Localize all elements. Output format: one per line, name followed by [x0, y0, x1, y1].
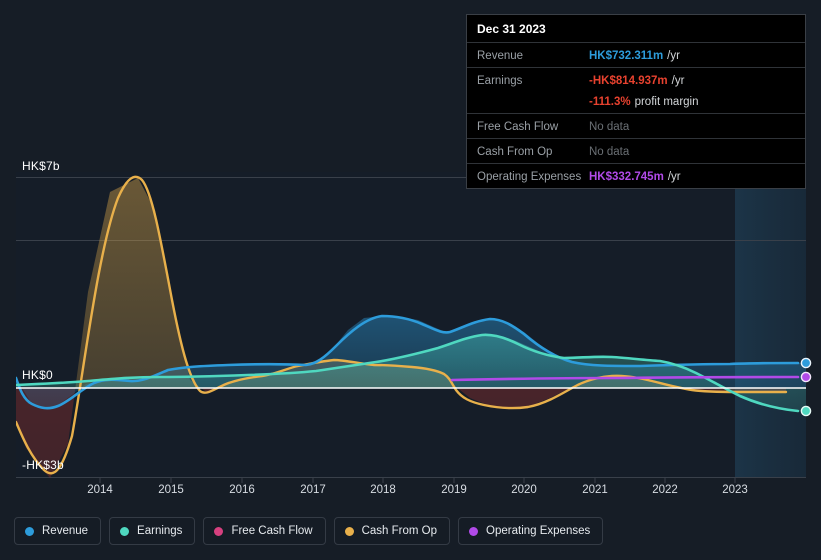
tooltip-row-key: Free Cash Flow: [477, 121, 559, 133]
legend-color-dot-icon: [120, 526, 130, 536]
tooltip-row-value: -HK$814.937m: [589, 75, 668, 87]
tooltip-row-value-wrap: -111.3% profit margin: [589, 92, 699, 110]
y-axis-label-top: HK$7b: [22, 159, 60, 173]
tooltip-row-revenue: Revenue HK$732.311m/yr: [467, 42, 805, 67]
tooltip-row-free-cash-flow: Free Cash Flow No data: [467, 113, 805, 138]
tooltip-row-value: No data: [589, 121, 630, 133]
tooltip-row-key: Cash From Op: [477, 146, 553, 158]
x-axis-label-2020: 2020: [511, 484, 537, 496]
tooltip-row-value: HK$332.745m: [589, 171, 664, 183]
x-axis-label-2017: 2017: [300, 484, 326, 496]
tooltip-row-value: -111.3%: [589, 96, 631, 108]
legend-item-label: Earnings: [137, 525, 183, 537]
endpoint-revenue[interactable]: [800, 357, 812, 369]
legend-item-revenue[interactable]: Revenue: [14, 517, 102, 545]
tooltip-row-value-wrap: HK$732.311m/yr: [589, 46, 680, 64]
tooltip-row-key: Operating Expenses: [477, 171, 582, 183]
legend-item-cash-from-op[interactable]: Cash From Op: [333, 517, 451, 545]
legend-item-operating-expenses[interactable]: Operating Expenses: [458, 517, 604, 545]
financial-chart: HK$7b HK$0 -HK$3b 2014 2015 2016 2017 2018 20…: [0, 0, 821, 560]
tooltip-row-value-wrap: HK$332.745m/yr: [589, 167, 681, 185]
tooltip-row-earnings: Earnings -HK$814.937m/yr: [467, 67, 805, 92]
data-tooltip: Dec 31 2023 Revenue HK$732.311m/yr Earning…: [466, 14, 806, 189]
x-axis-label-2019: 2019: [441, 484, 467, 496]
legend-item-label: Free Cash Flow: [231, 525, 313, 537]
tooltip-row-key: Earnings: [477, 75, 523, 87]
legend-color-dot-icon: [25, 526, 34, 536]
tooltip-rows: Revenue HK$732.311m/yr Earnings -HK$814.937…: [467, 42, 805, 188]
tooltip-row-suffix: /yr: [671, 75, 685, 87]
tooltip-row-value: HK$732.311m: [589, 50, 664, 62]
y-axis-label-zero: HK$0: [22, 368, 53, 382]
legend-color-dot-icon: [214, 526, 224, 536]
legend-color-dot-icon: [344, 526, 354, 536]
tooltip-row-suffix: profit margin: [634, 96, 699, 108]
tooltip-row-value-wrap: -HK$814.937m/yr: [589, 71, 684, 89]
x-axis-label-2016: 2016: [229, 484, 255, 496]
legend-item-label: Cash From Op: [361, 525, 438, 537]
legend-item-label: Revenue: [42, 525, 89, 537]
tooltip-row-value: No data: [589, 146, 630, 158]
tooltip-title: Dec 31 2023: [477, 22, 546, 36]
tooltip-row-operating-expenses: Operating Expenses HK$332.745m/yr: [467, 163, 805, 188]
tooltip-row-value-wrap: No data: [589, 117, 629, 135]
y-axis-label-bottom: -HK$3b: [22, 458, 64, 472]
x-axis-label-2023: 2023: [722, 484, 748, 496]
endpoint-earnings[interactable]: [800, 405, 812, 417]
legend-item-earnings[interactable]: Earnings: [109, 517, 196, 545]
x-axis-label-2018: 2018: [370, 484, 396, 496]
x-axis-label-2014: 2014: [87, 484, 113, 496]
tooltip-row-value-wrap: No data: [589, 142, 629, 160]
legend-item-label: Operating Expenses: [486, 525, 591, 537]
chart-legend[interactable]: Revenue Earnings Free Cash Flow Cash From O…: [14, 517, 604, 545]
tooltip-row-cash-from-op: Cash From Op No data: [467, 138, 805, 163]
x-axis-label-2022: 2022: [652, 484, 678, 496]
tooltip-row-key: Revenue: [477, 50, 524, 62]
legend-item-free-cash-flow[interactable]: Free Cash Flow: [203, 517, 326, 545]
forecast-band: [735, 172, 806, 478]
endpoint-operating-expenses[interactable]: [800, 371, 812, 383]
tooltip-row-suffix: /yr: [667, 50, 680, 62]
legend-color-dot-icon: [469, 526, 479, 536]
tooltip-row-profit-margin: -111.3% profit margin: [467, 92, 805, 113]
x-axis-label-2021: 2021: [582, 484, 608, 496]
x-axis-label-2015: 2015: [158, 484, 184, 496]
tooltip-row-suffix: /yr: [667, 171, 681, 183]
